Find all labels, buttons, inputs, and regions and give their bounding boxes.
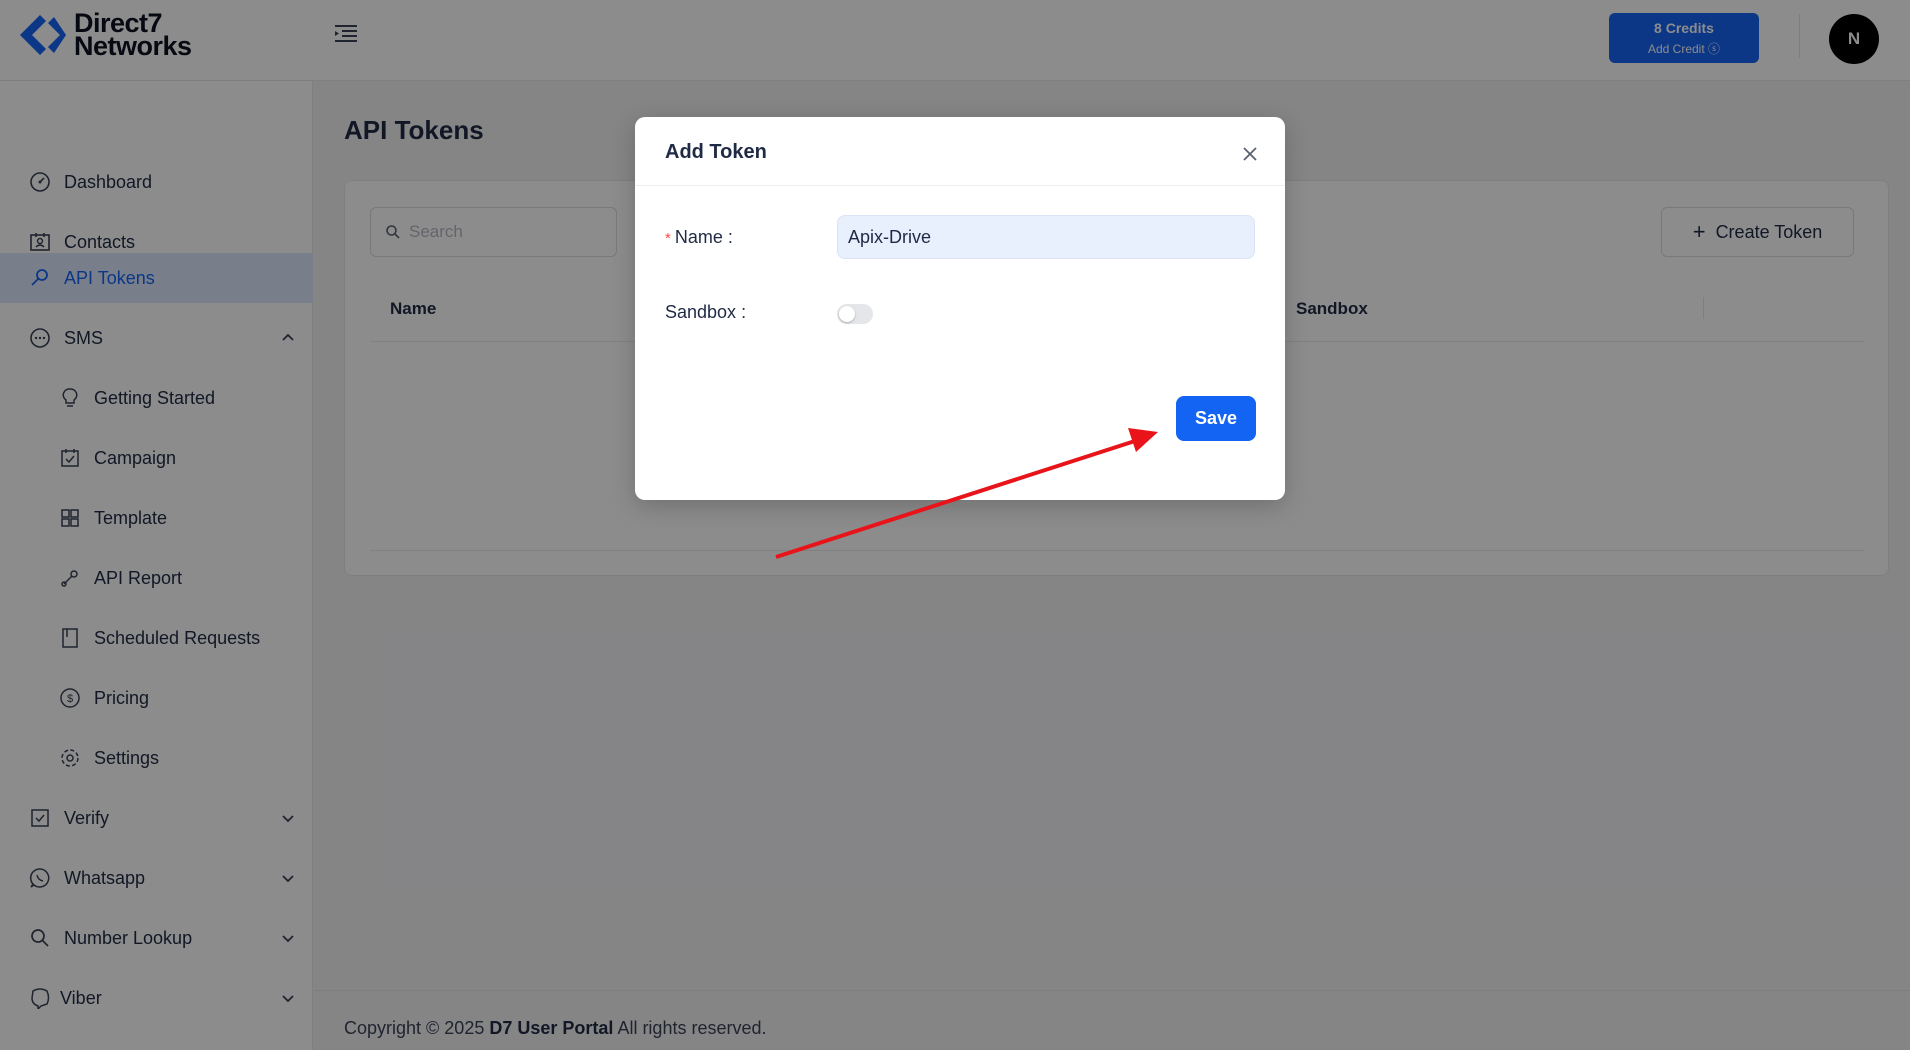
modal-header-divider — [635, 185, 1285, 186]
close-icon[interactable] — [1238, 142, 1262, 166]
add-token-modal: Add Token * Name : Apix-Drive Sandbox : S… — [635, 117, 1285, 500]
name-field[interactable]: Apix-Drive — [837, 215, 1255, 259]
name-field-label: * Name : — [665, 227, 733, 247]
sandbox-toggle[interactable] — [837, 304, 873, 324]
modal-title: Add Token — [665, 141, 767, 163]
sandbox-field-label: Sandbox : — [665, 302, 747, 322]
save-button[interactable]: Save — [1176, 396, 1256, 441]
toggle-knob — [839, 306, 855, 322]
required-marker: * — [665, 230, 671, 247]
